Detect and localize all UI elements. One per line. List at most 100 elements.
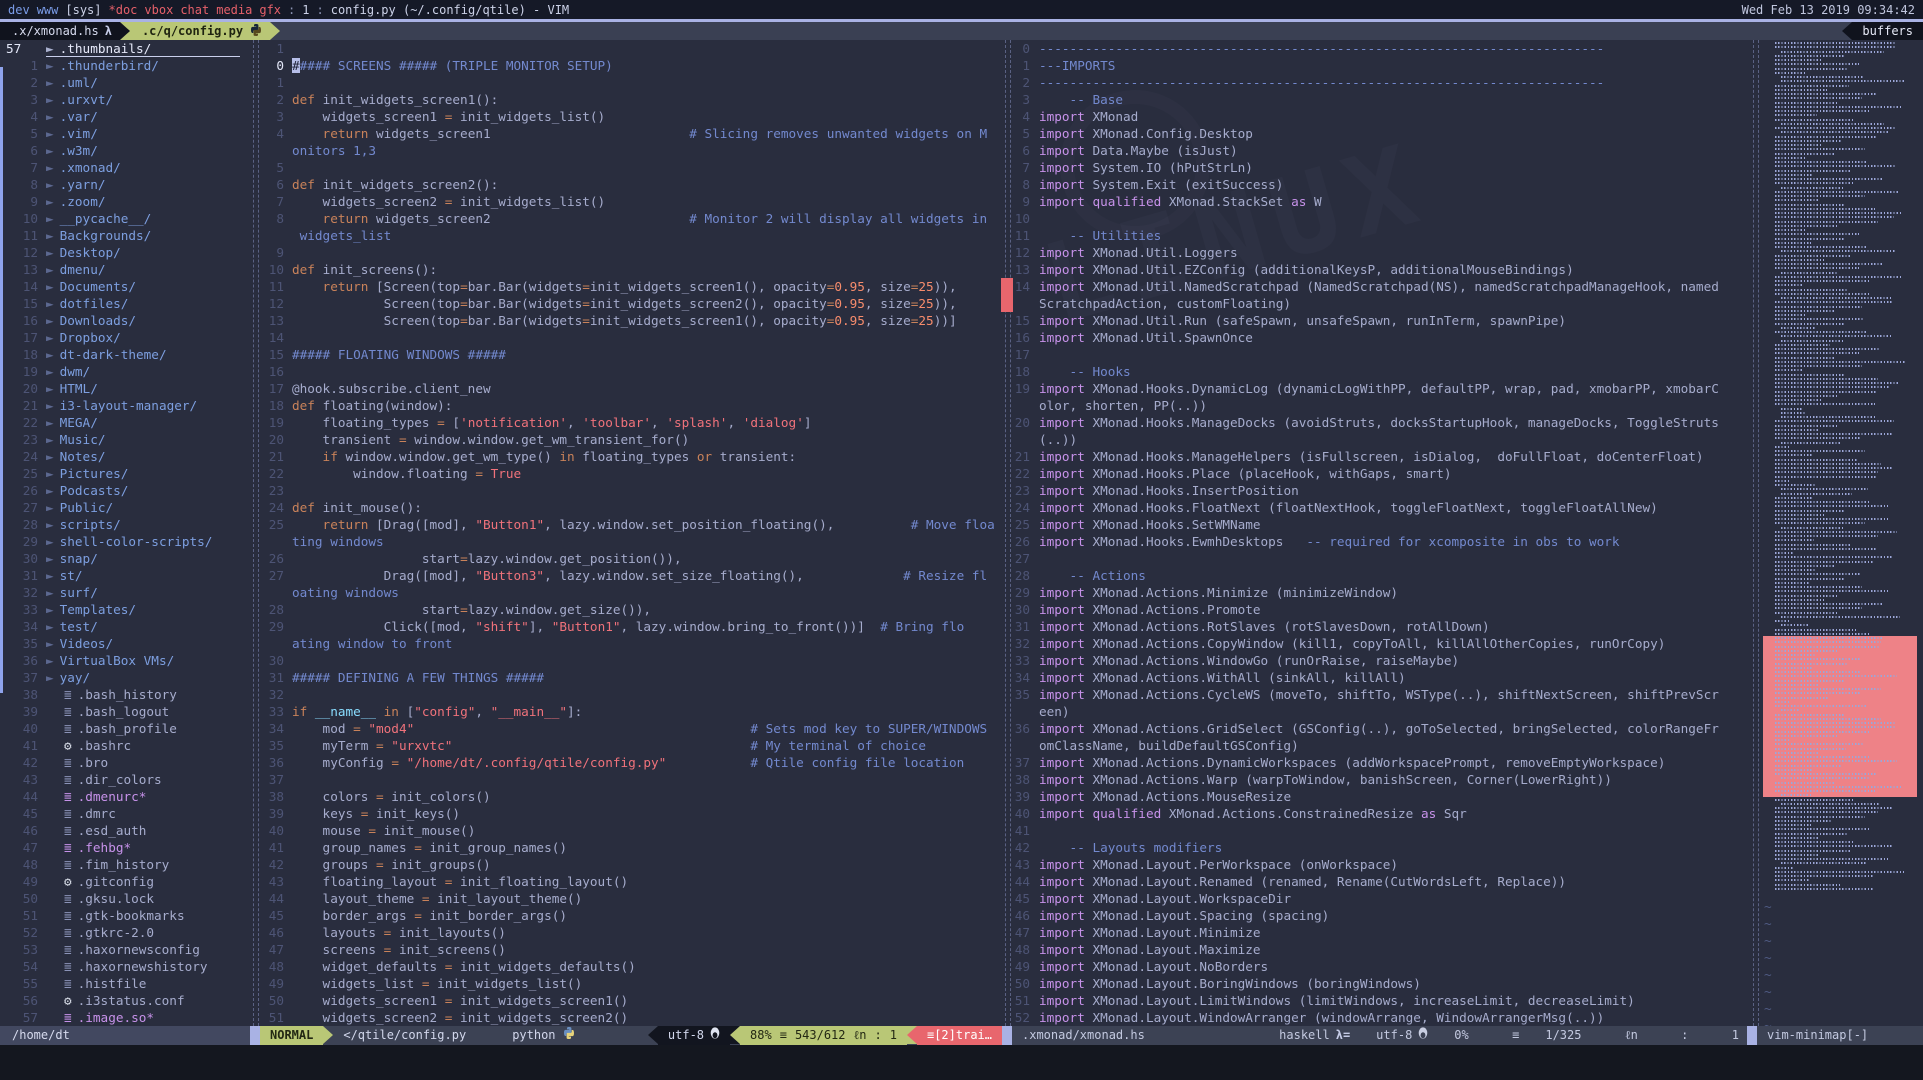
code-line[interactable]: 9import qualified XMonad.StackSet as W bbox=[1002, 193, 1750, 210]
tree-item-urxvt[interactable]: 3►.urxvt/ bbox=[0, 91, 250, 108]
code-line[interactable]: 46import XMonad.Layout.Spacing (spacing) bbox=[1002, 907, 1750, 924]
code-line[interactable]: 8 return widgets_screen2 # Monitor 2 wil… bbox=[250, 210, 1002, 227]
tree-item-test[interactable]: 34►test/ bbox=[0, 618, 250, 635]
tree-item-dmenu[interactable]: 13►dmenu/ bbox=[0, 261, 250, 278]
tree-item-vim[interactable]: 5►.vim/ bbox=[0, 125, 250, 142]
workspace-gfx[interactable]: gfx bbox=[259, 3, 281, 17]
tree-item-Notes[interactable]: 24►Notes/ bbox=[0, 448, 250, 465]
code-line[interactable]: 16import XMonad.Util.SpawnOnce bbox=[1002, 329, 1750, 346]
tree-item-surf[interactable]: 32►surf/ bbox=[0, 584, 250, 601]
code-line[interactable]: 16 bbox=[250, 363, 1002, 380]
code-line[interactable]: 2---------------------------------------… bbox=[1002, 74, 1750, 91]
tree-item-bashrc[interactable]: 41⚙.bashrc bbox=[0, 737, 250, 754]
tree-item-Videos[interactable]: 35►Videos/ bbox=[0, 635, 250, 652]
code-line[interactable]: 25 return [Drag([mod], "Button1", lazy.w… bbox=[250, 516, 1002, 533]
code-line[interactable]: 40import qualified XMonad.Actions.Constr… bbox=[1002, 805, 1750, 822]
code-line[interactable]: ating window to front bbox=[250, 635, 1002, 652]
code-line[interactable]: 44 layout_theme = init_layout_theme() bbox=[250, 890, 1002, 907]
code-line[interactable]: 22 window.floating = True bbox=[250, 465, 1002, 482]
code-line[interactable]: 37 bbox=[250, 771, 1002, 788]
code-line[interactable]: 1---IMPORTS bbox=[1002, 57, 1750, 74]
code-line[interactable]: 48import XMonad.Layout.Maximize bbox=[1002, 941, 1750, 958]
tree-item-esd_auth[interactable]: 46≣.esd_auth bbox=[0, 822, 250, 839]
code-line[interactable]: 36import XMonad.Actions.GridSelect (GSCo… bbox=[1002, 720, 1750, 737]
code-line[interactable]: 47 screens = init_screens() bbox=[250, 941, 1002, 958]
code-line[interactable]: 18def floating(window): bbox=[250, 397, 1002, 414]
code-line[interactable]: 5import XMonad.Config.Desktop bbox=[1002, 125, 1750, 142]
code-line[interactable]: 33import XMonad.Actions.WindowGo (runOrR… bbox=[1002, 652, 1750, 669]
code-line[interactable]: 25import XMonad.Hooks.SetWMName bbox=[1002, 516, 1750, 533]
code-line[interactable]: 10 bbox=[1002, 210, 1750, 227]
code-line[interactable]: 20 transient = window.window.get_wm_tran… bbox=[250, 431, 1002, 448]
code-line[interactable]: 19 floating_types = ['notification', 'to… bbox=[250, 414, 1002, 431]
code-line[interactable]: 9 bbox=[250, 244, 1002, 261]
code-line[interactable]: 46 layouts = init_layouts() bbox=[250, 924, 1002, 941]
tree-item-dwm[interactable]: 19►dwm/ bbox=[0, 363, 250, 380]
code-line[interactable]: olor, shorten, PP(..)) bbox=[1002, 397, 1750, 414]
code-line[interactable]: 35 myTerm = "urxvtc" # My terminal of ch… bbox=[250, 737, 1002, 754]
code-line[interactable]: 15import XMonad.Util.Run (safeSpawn, uns… bbox=[1002, 312, 1750, 329]
tree-item-Pictures[interactable]: 25►Pictures/ bbox=[0, 465, 250, 482]
tree-item-Templates[interactable]: 33►Templates/ bbox=[0, 601, 250, 618]
code-line[interactable]: 13 Screen(top=bar.Bar(widgets=init_widge… bbox=[250, 312, 1002, 329]
code-line[interactable]: 51import XMonad.Layout.LimitWindows (lim… bbox=[1002, 992, 1750, 1009]
code-line[interactable]: ting windows bbox=[250, 533, 1002, 550]
code-line[interactable]: 10def init_screens(): bbox=[250, 261, 1002, 278]
code-line[interactable]: 39 keys = init_keys() bbox=[250, 805, 1002, 822]
workspace-chat[interactable]: chat bbox=[180, 3, 209, 17]
tree-item-fim_history[interactable]: 48≣.fim_history bbox=[0, 856, 250, 873]
code-line[interactable]: 0---------------------------------------… bbox=[1002, 40, 1750, 57]
tree-item-xmonad[interactable]: 7►.xmonad/ bbox=[0, 159, 250, 176]
code-line[interactable]: 11 -- Utilities bbox=[1002, 227, 1750, 244]
tree-item-fehbg[interactable]: 47≣.fehbg* bbox=[0, 839, 250, 856]
code-line[interactable]: widgets_list bbox=[250, 227, 1002, 244]
code-line[interactable]: 51 widgets_screen2 = init_widgets_screen… bbox=[250, 1009, 1002, 1026]
code-line[interactable]: 3 widgets_screen1 = init_widgets_list() bbox=[250, 108, 1002, 125]
tree-item-bash_profile[interactable]: 40≣.bash_profile bbox=[0, 720, 250, 737]
code-line[interactable]: 49import XMonad.Layout.NoBorders bbox=[1002, 958, 1750, 975]
code-line[interactable]: 30import XMonad.Actions.Promote bbox=[1002, 601, 1750, 618]
workspace-sys[interactable]: [sys] bbox=[65, 3, 101, 17]
code-line[interactable]: 30 bbox=[250, 652, 1002, 669]
code-line[interactable]: 1 bbox=[250, 40, 1002, 57]
code-line[interactable]: 37import XMonad.Actions.DynamicWorkspace… bbox=[1002, 754, 1750, 771]
code-line[interactable]: 23 bbox=[250, 482, 1002, 499]
tree-item-MEGA[interactable]: 22►MEGA/ bbox=[0, 414, 250, 431]
code-line[interactable]: 5 bbox=[250, 159, 1002, 176]
tree-item-haxornewshistory[interactable]: 54≣.haxornewshistory bbox=[0, 958, 250, 975]
code-line[interactable]: 47import XMonad.Layout.Minimize bbox=[1002, 924, 1750, 941]
tree-item-thumbnails[interactable]: 57►.thumbnails/ bbox=[0, 40, 250, 57]
code-line[interactable]: 2def init_widgets_screen1(): bbox=[250, 91, 1002, 108]
code-line[interactable]: 22import XMonad.Hooks.Place (placeHook, … bbox=[1002, 465, 1750, 482]
tree-item-Podcasts[interactable]: 26►Podcasts/ bbox=[0, 482, 250, 499]
workspace-doc[interactable]: *doc bbox=[109, 3, 138, 17]
code-line[interactable]: 45 border_args = init_border_args() bbox=[250, 907, 1002, 924]
code-line[interactable]: 49 widgets_list = init_widgets_list() bbox=[250, 975, 1002, 992]
code-line[interactable]: 48 widget_defaults = init_widgets_defaul… bbox=[250, 958, 1002, 975]
tree-item-dmenurc[interactable]: 44≣.dmenurc* bbox=[0, 788, 250, 805]
tree-item-dmrc[interactable]: 45≣.dmrc bbox=[0, 805, 250, 822]
tree-item-var[interactable]: 4►.var/ bbox=[0, 108, 250, 125]
code-line[interactable]: 40 mouse = init_mouse() bbox=[250, 822, 1002, 839]
code-line[interactable]: 3 -- Base bbox=[1002, 91, 1750, 108]
code-line[interactable]: 28 -- Actions bbox=[1002, 567, 1750, 584]
tree-item-i3statusconf[interactable]: 56⚙.i3status.conf bbox=[0, 992, 250, 1009]
tree-item-scripts[interactable]: 28►scripts/ bbox=[0, 516, 250, 533]
code-line[interactable]: 12import XMonad.Util.Loggers bbox=[1002, 244, 1750, 261]
tree-item-gksulock[interactable]: 50≣.gksu.lock bbox=[0, 890, 250, 907]
tree-item-imageso[interactable]: 57≣.image.so* bbox=[0, 1009, 250, 1026]
minimap-pane[interactable]: ~~~~~~~~ bbox=[1750, 40, 1923, 1026]
vertical-split[interactable] bbox=[251, 40, 261, 1026]
code-line[interactable]: 7import System.IO (hPutStrLn) bbox=[1002, 159, 1750, 176]
workspace-vbox[interactable]: vbox bbox=[144, 3, 173, 17]
code-line[interactable]: 6def init_widgets_screen2(): bbox=[250, 176, 1002, 193]
code-line[interactable]: 50 widgets_screen1 = init_widgets_screen… bbox=[250, 992, 1002, 1009]
tree-item-dotfiles[interactable]: 15►dotfiles/ bbox=[0, 295, 250, 312]
tree-item-Backgrounds[interactable]: 11►Backgrounds/ bbox=[0, 227, 250, 244]
code-line[interactable]: 26import XMonad.Hooks.EwmhDesktops -- re… bbox=[1002, 533, 1750, 550]
code-line[interactable]: 31##### DEFINING A FEW THINGS ##### bbox=[250, 669, 1002, 686]
code-line[interactable]: 19import XMonad.Hooks.DynamicLog (dynami… bbox=[1002, 380, 1750, 397]
code-line[interactable]: 8import System.Exit (exitSuccess) bbox=[1002, 176, 1750, 193]
code-line[interactable]: ScratchpadAction, customFloating) bbox=[1002, 295, 1750, 312]
code-line[interactable]: 34import XMonad.Actions.WithAll (sinkAll… bbox=[1002, 669, 1750, 686]
